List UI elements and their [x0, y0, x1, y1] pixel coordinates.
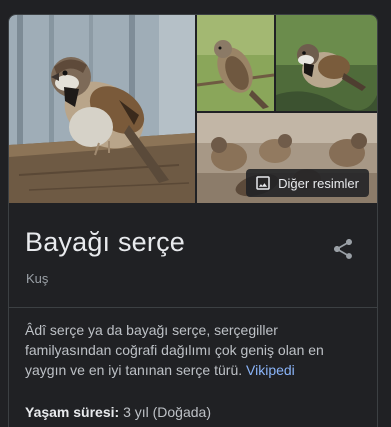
share-icon: [334, 239, 352, 259]
sparrow-photo-4[interactable]: Diğer resimler: [197, 113, 377, 203]
knowledge-panel: Diğer resimler Bayağı serçe Kuş Âdî serç…: [8, 14, 378, 427]
sparrow-photo-2[interactable]: [197, 15, 274, 111]
image-icon: [256, 176, 270, 190]
entity-subtitle: Kuş: [26, 271, 49, 286]
fact-value: 3 yıl (Doğada): [123, 404, 211, 420]
fact-row-lifespan: Yaşam süresi: 3 yıl (Doğada): [25, 402, 211, 422]
entity-title: Bayağı serçe: [25, 227, 185, 257]
more-images-button[interactable]: Diğer resimler: [246, 169, 369, 197]
sparrow-photo-main[interactable]: [9, 15, 195, 203]
entity-header: Bayağı serçe Kuş: [9, 203, 377, 308]
fact-label: Yaşam süresi:: [25, 404, 120, 420]
wikipedia-link[interactable]: Vikipedi: [246, 362, 295, 378]
more-images-label: Diğer resimler: [278, 175, 359, 191]
image-gallery: Diğer resimler: [9, 15, 377, 203]
share-button[interactable]: [331, 237, 355, 261]
entity-description: Âdî serçe ya da bayağı serçe, serçegille…: [25, 320, 365, 380]
sparrow-photo-3[interactable]: [276, 15, 377, 111]
